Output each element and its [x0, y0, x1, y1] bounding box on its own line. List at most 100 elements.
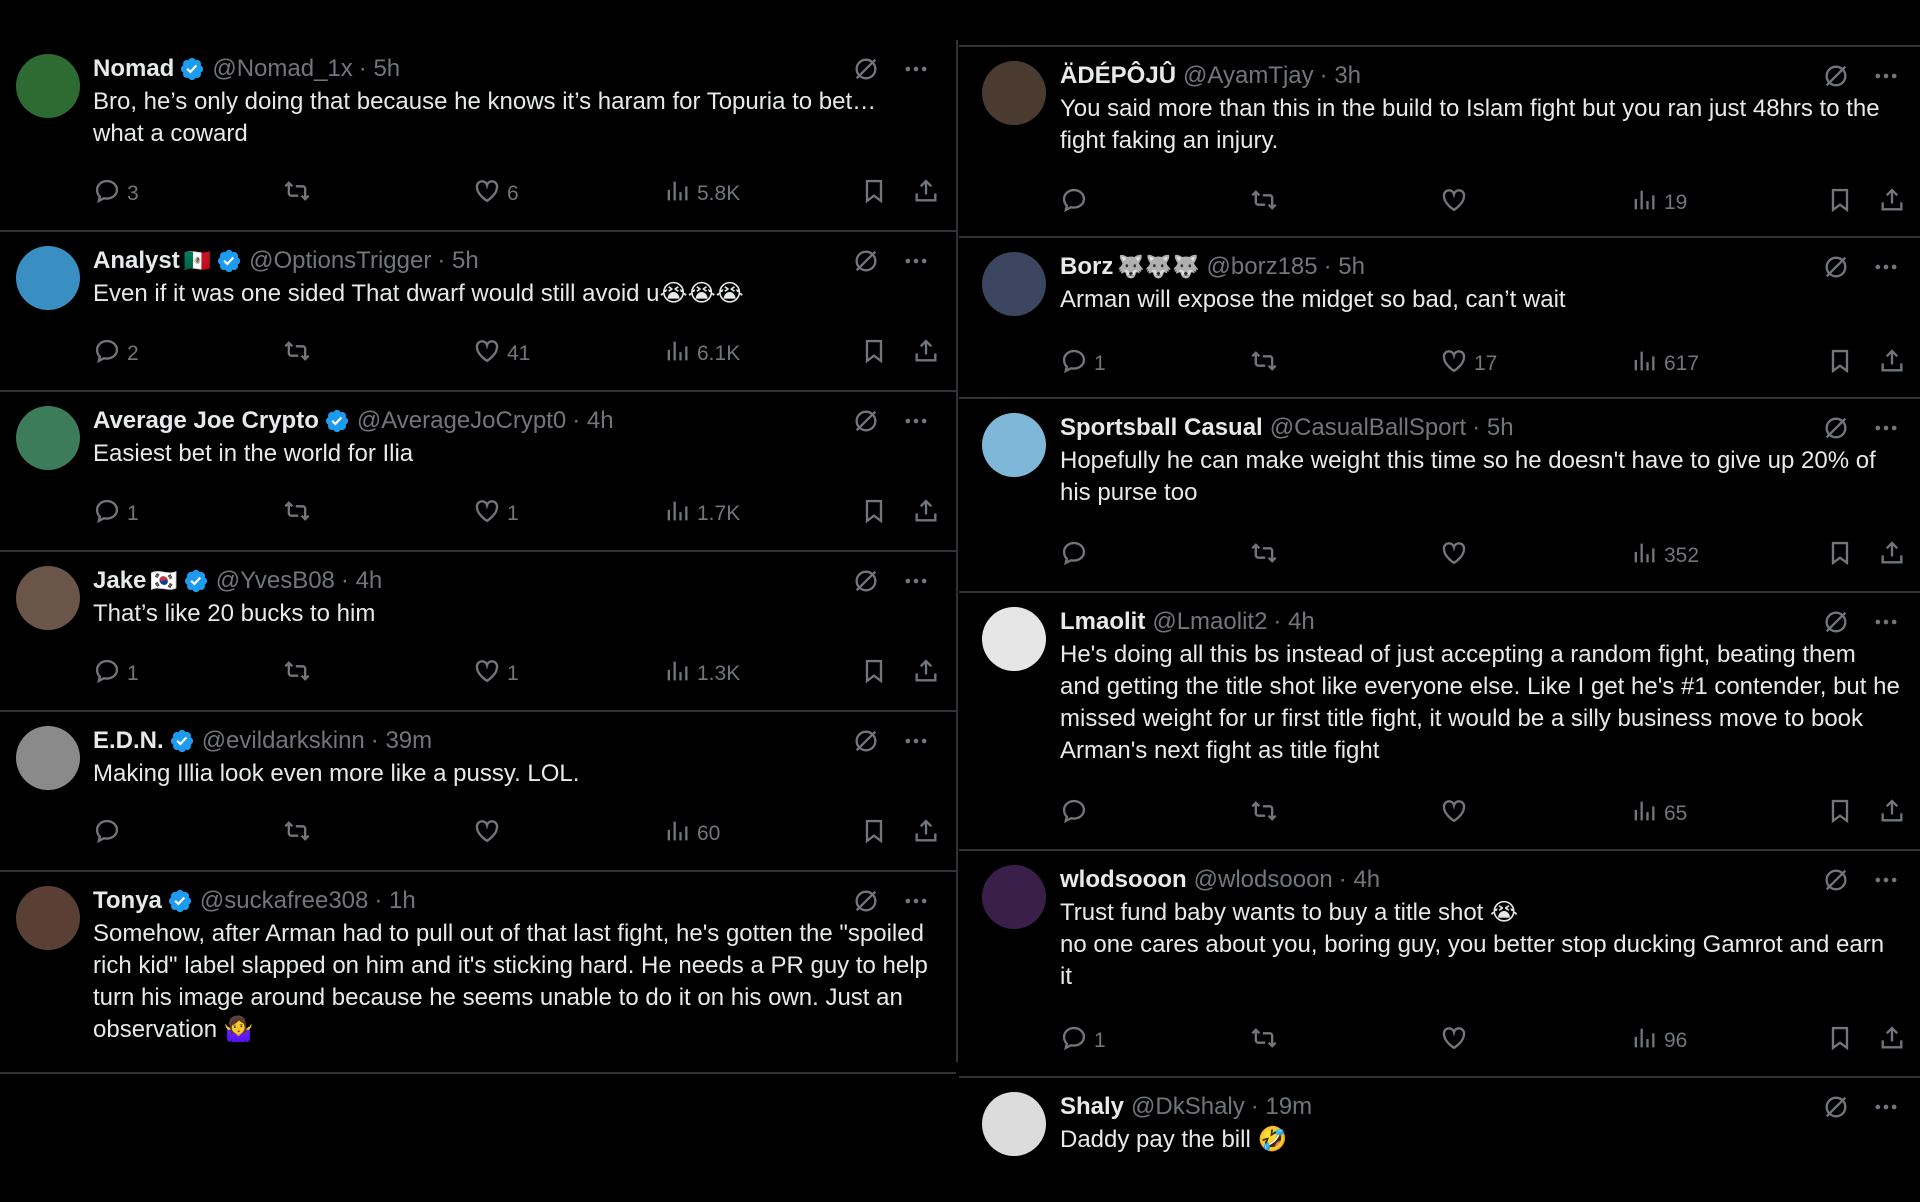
retweet-button[interactable]: [1250, 347, 1440, 381]
reply-button[interactable]: 1: [1060, 1024, 1250, 1058]
display-name[interactable]: Sportsball Casual: [1060, 414, 1263, 442]
like-button[interactable]: [1440, 539, 1630, 573]
views-button[interactable]: 352: [1630, 539, 1820, 573]
retweet-button[interactable]: [283, 177, 473, 211]
like-button[interactable]: [1440, 1024, 1630, 1058]
timestamp[interactable]: · 5h: [1472, 414, 1513, 442]
retweet-button[interactable]: [283, 817, 473, 851]
tweet[interactable]: Borz 🐺🐺🐺 @borz185 · 5h Arman will expose the…: [959, 236, 1920, 398]
retweet-button[interactable]: [1250, 539, 1440, 573]
avatar[interactable]: [16, 566, 80, 630]
views-button[interactable]: 1.3K: [663, 657, 853, 691]
share-button[interactable]: [912, 337, 940, 371]
user-handle[interactable]: @Lmaolit2: [1152, 608, 1267, 636]
share-button[interactable]: [1878, 347, 1906, 381]
retweet-button[interactable]: [1250, 797, 1440, 831]
user-handle[interactable]: @OptionsTrigger: [249, 247, 431, 275]
views-button[interactable]: 1.7K: [663, 497, 853, 531]
reply-button[interactable]: [1060, 539, 1250, 573]
tweet[interactable]: Sportsball Casual @CasualBallSport · 5h Hop…: [959, 397, 1920, 592]
more-options-icon[interactable]: [1872, 253, 1900, 281]
tweet[interactable]: Analyst 🇲🇽 @OptionsTrigger · 5h Even if it w…: [0, 232, 956, 392]
verified-badge-icon[interactable]: [216, 248, 242, 274]
bookmark-button[interactable]: [1826, 347, 1854, 381]
reply-button[interactable]: 1: [93, 657, 283, 691]
more-options-icon[interactable]: [902, 567, 930, 595]
display-name[interactable]: wlodsooon: [1060, 866, 1187, 894]
display-name[interactable]: Borz: [1060, 253, 1113, 281]
like-button[interactable]: 17: [1440, 347, 1630, 381]
user-handle[interactable]: @DkShaly: [1131, 1093, 1245, 1121]
grok-icon[interactable]: [1822, 253, 1850, 281]
like-button[interactable]: 1: [473, 497, 663, 531]
bookmark-button[interactable]: [860, 177, 888, 211]
reply-button[interactable]: [1060, 186, 1250, 220]
like-button[interactable]: 41: [473, 337, 663, 371]
share-button[interactable]: [912, 497, 940, 531]
timestamp[interactable]: · 5h: [359, 55, 400, 83]
views-button[interactable]: 5.8K: [663, 177, 853, 211]
display-name[interactable]: Jake: [93, 567, 146, 595]
share-button[interactable]: [912, 657, 940, 691]
share-button[interactable]: [912, 177, 940, 211]
retweet-button[interactable]: [1250, 186, 1440, 220]
timestamp[interactable]: · 5h: [437, 247, 478, 275]
like-button[interactable]: [1440, 797, 1630, 831]
bookmark-button[interactable]: [1826, 186, 1854, 220]
user-handle[interactable]: @AyamTjay: [1183, 62, 1314, 90]
avatar[interactable]: [16, 886, 80, 950]
grok-icon[interactable]: [1822, 608, 1850, 636]
retweet-button[interactable]: [283, 497, 473, 531]
grok-icon[interactable]: [852, 727, 880, 755]
user-handle[interactable]: @Nomad_1x: [212, 55, 352, 83]
reply-button[interactable]: 2: [93, 337, 283, 371]
timestamp[interactable]: · 4h: [572, 407, 613, 435]
timestamp[interactable]: · 19m: [1251, 1093, 1312, 1121]
timestamp[interactable]: · 4h: [1273, 608, 1314, 636]
bookmark-button[interactable]: [860, 497, 888, 531]
tweet[interactable]: ÄDÉPÔJÛ @AyamTjay · 3h You said more than t…: [959, 45, 1920, 237]
retweet-button[interactable]: [1250, 1024, 1440, 1058]
display-name[interactable]: ÄDÉPÔJÛ: [1060, 62, 1176, 90]
display-name[interactable]: Average Joe Crypto: [93, 407, 319, 435]
like-button[interactable]: 1: [473, 657, 663, 691]
grok-icon[interactable]: [1822, 1093, 1850, 1121]
views-button[interactable]: 65: [1630, 797, 1820, 831]
user-handle[interactable]: @wlodsooon: [1194, 866, 1333, 894]
share-button[interactable]: [1878, 186, 1906, 220]
grok-icon[interactable]: [852, 55, 880, 83]
more-options-icon[interactable]: [902, 247, 930, 275]
bookmark-button[interactable]: [860, 657, 888, 691]
views-button[interactable]: 60: [663, 817, 853, 851]
views-button[interactable]: 617: [1630, 347, 1820, 381]
tweet[interactable]: Nomad @Nomad_1x · 5h Bro, he’s only doing t…: [0, 40, 956, 232]
tweet[interactable]: E.D.N. @evildarkskinn · 39m Making Illia lo…: [0, 712, 956, 872]
grok-icon[interactable]: [852, 407, 880, 435]
bookmark-button[interactable]: [1826, 539, 1854, 573]
more-options-icon[interactable]: [1872, 866, 1900, 894]
views-button[interactable]: 6.1K: [663, 337, 853, 371]
avatar[interactable]: [982, 607, 1046, 671]
grok-icon[interactable]: [1822, 866, 1850, 894]
display-name[interactable]: E.D.N.: [93, 727, 164, 755]
bookmark-button[interactable]: [860, 817, 888, 851]
avatar[interactable]: [16, 54, 80, 118]
avatar[interactable]: [982, 1092, 1046, 1156]
display-name[interactable]: Nomad: [93, 55, 174, 83]
user-handle[interactable]: @AverageJoCrypt0: [357, 407, 566, 435]
bookmark-button[interactable]: [860, 337, 888, 371]
user-handle[interactable]: @borz185: [1207, 253, 1318, 281]
more-options-icon[interactable]: [1872, 608, 1900, 636]
more-options-icon[interactable]: [902, 887, 930, 915]
more-options-icon[interactable]: [1872, 62, 1900, 90]
user-handle[interactable]: @suckafree308: [200, 887, 368, 915]
share-button[interactable]: [912, 817, 940, 851]
grok-icon[interactable]: [1822, 414, 1850, 442]
views-button[interactable]: 96: [1630, 1024, 1820, 1058]
avatar[interactable]: [982, 413, 1046, 477]
timestamp[interactable]: · 1h: [374, 887, 415, 915]
like-button[interactable]: 6: [473, 177, 663, 211]
tweet[interactable]: Jake 🇰🇷 @YvesB08 · 4h That’s like 20 bucks t…: [0, 552, 956, 712]
bookmark-button[interactable]: [1826, 797, 1854, 831]
grok-icon[interactable]: [852, 247, 880, 275]
